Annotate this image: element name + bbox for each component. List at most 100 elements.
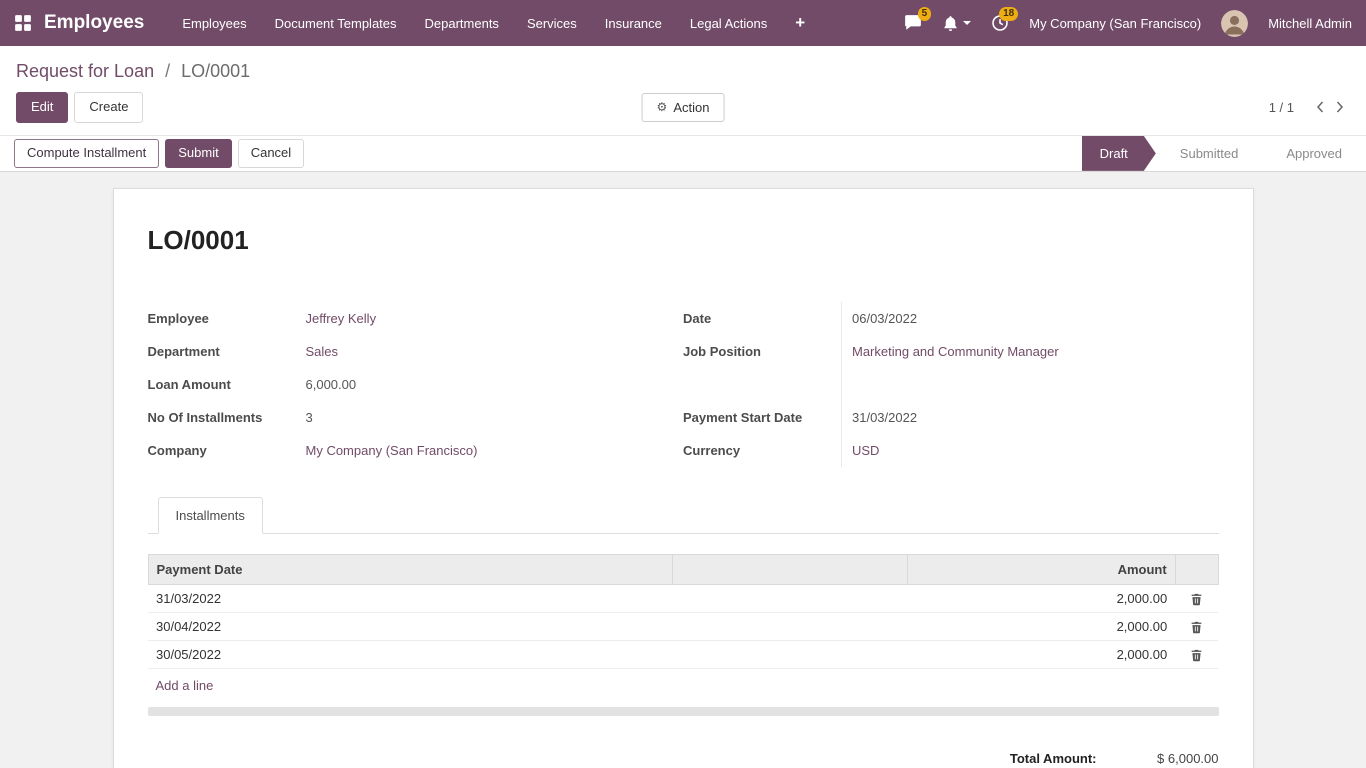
action-menu-button[interactable]: ⚙ Action — [642, 93, 725, 122]
amount-cell[interactable]: 2,000.00 — [908, 612, 1176, 640]
user-menu[interactable]: Mitchell Admin — [1268, 16, 1352, 31]
app-brand[interactable]: Employees — [44, 12, 144, 34]
field-label: Company — [148, 434, 306, 467]
payment-date-cell[interactable]: 31/03/2022 — [148, 584, 672, 612]
employee-link[interactable]: Jeffrey Kelly — [306, 311, 377, 326]
status-step-submitted[interactable]: Submitted — [1156, 136, 1263, 171]
breadcrumb: Request for Loan / LO/0001 — [0, 46, 1366, 92]
total-amount-label: Total Amount: — [1010, 751, 1097, 766]
main-menu: Employees Document Templates Departments… — [168, 0, 819, 46]
column-header-actions — [1175, 554, 1218, 584]
field-spacer — [683, 368, 1219, 401]
activities-badge: 18 — [999, 7, 1018, 21]
total-amount-value: $ 6,000.00 — [1109, 751, 1219, 766]
field-currency: Currency USD — [683, 434, 1219, 467]
job-position-link[interactable]: Marketing and Community Manager — [852, 344, 1059, 359]
breadcrumb-separator: / — [165, 61, 170, 81]
field-label: Loan Amount — [148, 368, 306, 401]
company-link[interactable]: My Company (San Francisco) — [306, 443, 478, 458]
nav-item-services[interactable]: Services — [513, 0, 591, 46]
status-step-approved[interactable]: Approved — [1262, 136, 1366, 171]
chevron-down-icon — [963, 21, 971, 25]
field-label: Currency — [683, 434, 841, 467]
payment-start-date-value: 31/03/2022 — [841, 401, 1219, 434]
department-link[interactable]: Sales — [306, 344, 339, 359]
delete-row-icon[interactable] — [1190, 621, 1203, 634]
pager: 1 / 1 — [1269, 97, 1350, 117]
table-header-row: Payment Date Amount — [148, 554, 1218, 584]
top-navbar: Employees Employees Document Templates D… — [0, 0, 1366, 46]
field-label: Department — [148, 335, 306, 368]
status-pipeline: Draft Submitted Approved — [1082, 136, 1366, 171]
tab-installments[interactable]: Installments — [158, 497, 263, 534]
table-row[interactable]: 30/05/2022 2,000.00 — [148, 641, 1218, 669]
field-department: Department Sales — [148, 335, 684, 368]
activities-icon[interactable]: 18 — [991, 14, 1009, 32]
field-date: Date 06/03/2022 — [683, 302, 1219, 335]
avatar[interactable] — [1221, 10, 1248, 37]
field-employee: Employee Jeffrey Kelly — [148, 302, 684, 335]
plus-icon[interactable]: + — [781, 0, 819, 46]
edit-button[interactable]: Edit — [16, 92, 68, 123]
table-row[interactable]: 30/04/2022 2,000.00 — [148, 612, 1218, 640]
apps-menu-icon[interactable] — [14, 14, 32, 32]
field-company: Company My Company (San Francisco) — [148, 434, 684, 467]
breadcrumb-current: LO/0001 — [181, 61, 250, 81]
installments-count-value: 3 — [306, 401, 684, 434]
nav-item-insurance[interactable]: Insurance — [591, 0, 676, 46]
pager-next-button[interactable] — [1330, 97, 1350, 117]
pager-previous-button[interactable] — [1310, 97, 1330, 117]
currency-link[interactable]: USD — [852, 443, 879, 458]
control-panel: Request for Loan / LO/0001 Edit Create ⚙… — [0, 46, 1366, 135]
column-header-payment-date[interactable]: Payment Date — [148, 554, 672, 584]
amount-cell[interactable]: 2,000.00 — [908, 641, 1176, 669]
field-label: Employee — [148, 302, 306, 335]
compute-installment-button[interactable]: Compute Installment — [14, 139, 159, 168]
messages-badge: 5 — [918, 7, 932, 21]
notebook-tabs: Installments — [148, 497, 1219, 534]
form-sheet: LO/0001 Employee Jeffrey Kelly Departmen… — [113, 188, 1254, 768]
amount-cell[interactable]: 2,000.00 — [908, 584, 1176, 612]
table-row[interactable]: 31/03/2022 2,000.00 — [148, 584, 1218, 612]
installments-table: Payment Date Amount 31/03/2022 2,000.00 … — [148, 554, 1219, 669]
payment-date-cell[interactable]: 30/05/2022 — [148, 641, 672, 669]
add-a-line-link[interactable]: Add a line — [156, 678, 214, 693]
breadcrumb-parent[interactable]: Request for Loan — [16, 61, 154, 81]
submit-button[interactable]: Submit — [165, 139, 231, 168]
action-menu-label: Action — [673, 100, 709, 115]
field-label: Date — [683, 302, 841, 335]
record-title: LO/0001 — [148, 225, 1219, 256]
create-button[interactable]: Create — [74, 92, 143, 123]
control-buttons-row: Edit Create ⚙ Action 1 / 1 — [0, 92, 1366, 135]
field-job-position: Job Position Marketing and Community Man… — [683, 335, 1219, 368]
statusbar: Compute Installment Submit Cancel Draft … — [0, 135, 1366, 172]
navbar-systray: 5 18 My Company (San Francisco) Mitchell… — [904, 10, 1352, 37]
column-header-empty — [672, 554, 907, 584]
notifications-icon[interactable] — [942, 15, 971, 32]
cancel-button[interactable]: Cancel — [238, 139, 304, 168]
content-area: LO/0001 Employee Jeffrey Kelly Departmen… — [0, 172, 1366, 768]
field-payment-start-date: Payment Start Date 31/03/2022 — [683, 401, 1219, 434]
field-label: Job Position — [683, 335, 841, 368]
payment-date-cell[interactable]: 30/04/2022 — [148, 612, 672, 640]
delete-row-icon[interactable] — [1190, 649, 1203, 662]
status-step-draft[interactable]: Draft — [1082, 136, 1156, 171]
date-value: 06/03/2022 — [841, 302, 1219, 335]
delete-row-icon[interactable] — [1190, 593, 1203, 606]
company-switcher[interactable]: My Company (San Francisco) — [1029, 16, 1201, 31]
nav-item-employees[interactable]: Employees — [168, 0, 260, 46]
column-header-amount[interactable]: Amount — [908, 554, 1176, 584]
nav-item-departments[interactable]: Departments — [411, 0, 513, 46]
messages-icon[interactable]: 5 — [904, 14, 922, 32]
field-loan-amount: Loan Amount 6,000.00 — [148, 368, 684, 401]
field-groups: Employee Jeffrey Kelly Department Sales … — [148, 302, 1219, 467]
total-amount-row: Total Amount: $ 6,000.00 — [1010, 742, 1219, 768]
table-scrollbar[interactable] — [148, 707, 1219, 716]
field-installments-count: No Of Installments 3 — [148, 401, 684, 434]
gear-icon: ⚙ — [657, 100, 668, 114]
field-label: Payment Start Date — [683, 401, 841, 434]
pager-value: 1 / 1 — [1269, 100, 1294, 115]
nav-item-legal-actions[interactable]: Legal Actions — [676, 0, 781, 46]
nav-item-document-templates[interactable]: Document Templates — [261, 0, 411, 46]
field-label: No Of Installments — [148, 401, 306, 434]
